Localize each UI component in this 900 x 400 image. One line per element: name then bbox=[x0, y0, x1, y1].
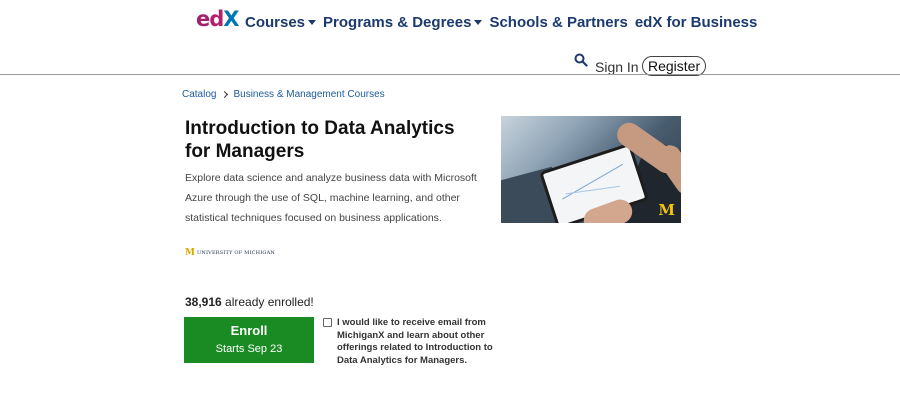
nav-schools-partners[interactable]: Schools & Partners bbox=[489, 14, 627, 31]
enroll-button[interactable]: Enroll Starts Sep 23 bbox=[184, 317, 314, 363]
chevron-right-icon bbox=[221, 90, 229, 99]
search-icon[interactable] bbox=[574, 53, 588, 67]
course-image: M bbox=[501, 116, 681, 223]
nav-programs-degrees[interactable]: Programs & Degrees bbox=[323, 14, 483, 31]
email-optin-checkbox[interactable] bbox=[323, 318, 332, 327]
email-optin: I would like to receive email from Michi… bbox=[323, 317, 498, 367]
enroll-label: Enroll bbox=[230, 323, 268, 338]
michigan-m-badge: M bbox=[658, 201, 675, 219]
caret-down-icon bbox=[474, 20, 483, 25]
michigan-m-icon: M bbox=[185, 248, 195, 258]
breadcrumb-business-management[interactable]: Business & Management Courses bbox=[233, 89, 384, 100]
university-logo[interactable]: M UNIVERSITY OF MICHIGAN bbox=[185, 248, 275, 258]
edx-logo[interactable]: edX bbox=[196, 8, 240, 30]
nav-edx-for-business[interactable]: edX for Business bbox=[635, 14, 758, 31]
university-name: UNIVERSITY OF MICHIGAN bbox=[196, 250, 275, 256]
enrolled-count: 38,916 already enrolled! bbox=[185, 295, 314, 309]
breadcrumb: Catalog Business & Management Courses bbox=[182, 89, 385, 100]
register-button[interactable]: Register bbox=[642, 56, 707, 76]
sign-in-link[interactable]: Sign In bbox=[595, 59, 639, 75]
course-description: Explore data science and analyze busines… bbox=[185, 172, 477, 224]
email-optin-label: I would like to receive email from Michi… bbox=[337, 317, 493, 366]
header-divider bbox=[0, 74, 900, 75]
course-title: Introduction to Data Analytics for Manag… bbox=[185, 118, 455, 162]
breadcrumb-catalog[interactable]: Catalog bbox=[182, 89, 216, 100]
main-nav: Courses Programs & Degrees Schools & Par… bbox=[245, 14, 764, 31]
nav-courses[interactable]: Courses bbox=[245, 14, 317, 31]
caret-down-icon bbox=[308, 20, 317, 25]
enroll-start-date: Starts Sep 23 bbox=[215, 343, 283, 355]
